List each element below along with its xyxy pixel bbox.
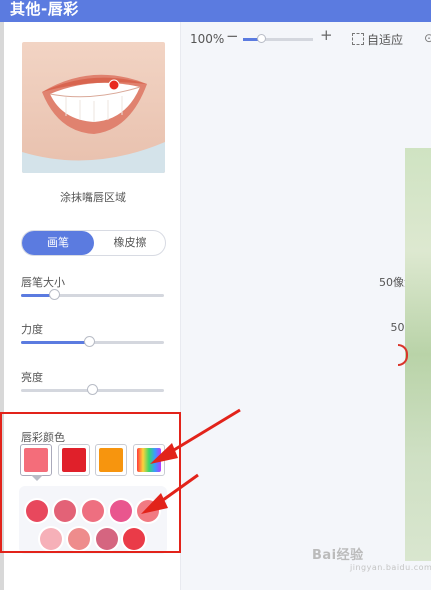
zoom-in-button[interactable]: + xyxy=(320,26,333,44)
zoom-slider-thumb[interactable] xyxy=(256,34,266,43)
arrow-head-upper xyxy=(150,443,178,464)
zoom-slider[interactable] xyxy=(243,34,313,43)
baidu-watermark: Bai经验 jingyan.baidu.com xyxy=(312,544,431,572)
fit-screen-icon xyxy=(352,33,364,45)
zoom-level: 100% xyxy=(190,32,225,46)
watermark-text: Bai经验 xyxy=(312,548,364,563)
watermark-subtext: jingyan.baidu.com xyxy=(350,563,431,572)
fit-to-window-button[interactable]: 自适应 xyxy=(352,31,403,48)
fit-to-window-label: 自适应 xyxy=(367,33,404,47)
info-icon[interactable]: ⊙ xyxy=(424,31,431,45)
arrow-head-lower xyxy=(141,493,168,514)
zoom-out-button[interactable]: − xyxy=(226,27,239,45)
annotation-arrows xyxy=(141,408,241,514)
editing-canvas-photo[interactable] xyxy=(405,148,431,561)
canvas-toolbar: 100% − + 自适应 ⊙ xyxy=(181,22,431,56)
